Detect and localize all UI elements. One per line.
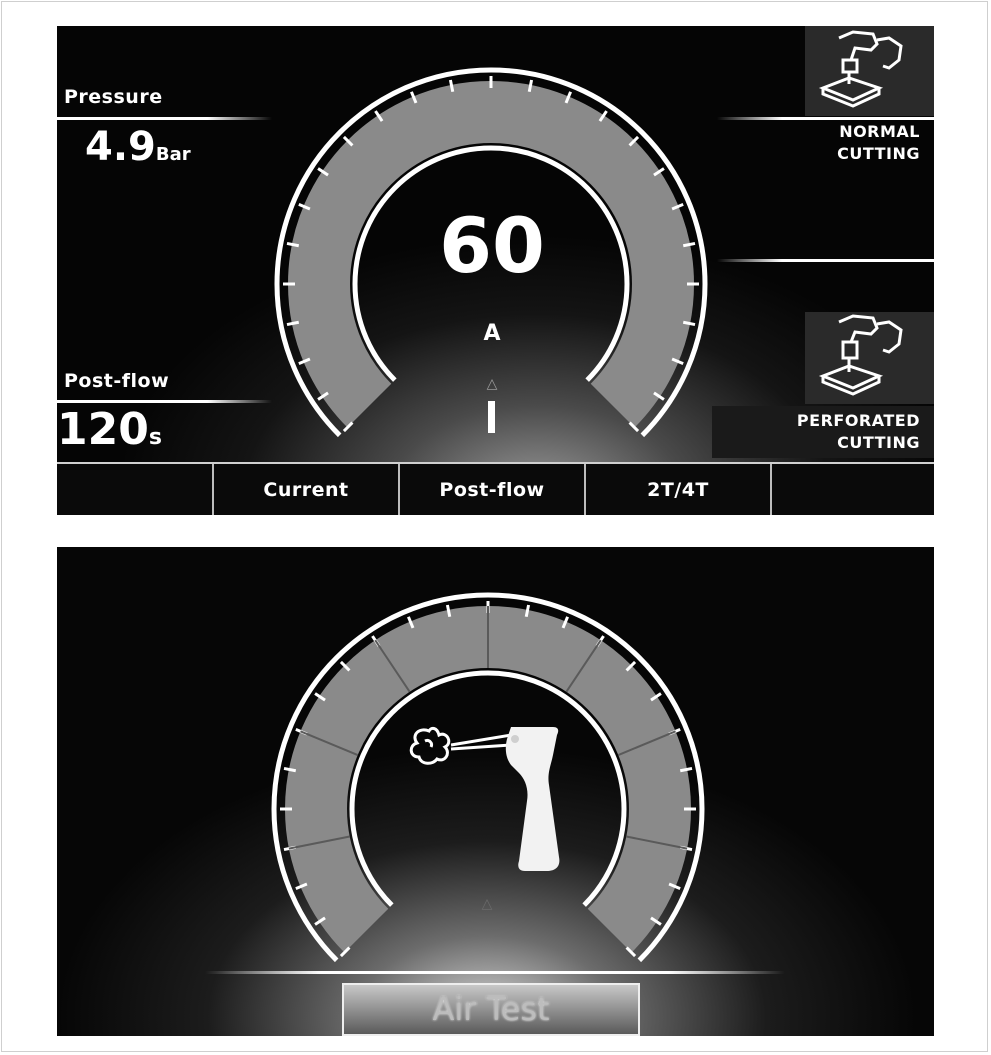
pressure-divider bbox=[57, 117, 272, 120]
gauge-pointer-triangle-icon: △ bbox=[486, 376, 498, 392]
perforated-cutting-label[interactable]: PERFORATED CUTTING bbox=[797, 410, 920, 454]
normal-cutting-label[interactable]: NORMAL CUTTING bbox=[837, 121, 920, 165]
pressure-value: 4.9 bbox=[85, 124, 156, 170]
bottom-tab-bar: Current Post-flow 2T/4T bbox=[57, 462, 934, 515]
postflow-unit: s bbox=[148, 425, 162, 450]
current-unit: A bbox=[483, 321, 501, 346]
gauge-pointer-bar bbox=[488, 401, 495, 433]
perforated-cutting-line2: CUTTING bbox=[837, 433, 920, 452]
gauge-pointer-triangle-icon: △ bbox=[481, 896, 493, 912]
pressure-label: Pressure bbox=[64, 86, 163, 108]
perforated-cutting-torch-icon bbox=[818, 314, 903, 396]
mode-separator bbox=[717, 259, 934, 262]
tab-empty-slot bbox=[770, 464, 934, 515]
current-value: 60 bbox=[439, 201, 545, 290]
postflow-value-group[interactable]: 120s bbox=[57, 406, 162, 462]
tab-current[interactable]: Current bbox=[212, 464, 398, 515]
tab-2t-4t[interactable]: 2T/4T bbox=[584, 464, 770, 515]
normal-cutting-icon-panel[interactable] bbox=[805, 26, 934, 116]
pressure-unit: Bar bbox=[155, 144, 191, 165]
postflow-label: Post-flow bbox=[64, 370, 170, 392]
tab-post-flow[interactable]: Post-flow bbox=[398, 464, 584, 515]
air-test-button[interactable]: Air Test bbox=[342, 983, 640, 1036]
cutting-parameters-screen: Pressure 4.9Bar Post-flow 120s 60 A △ NO… bbox=[57, 26, 934, 515]
air-test-torch-icon bbox=[409, 726, 560, 871]
air-test-screen: △ Air Test bbox=[57, 547, 934, 1036]
normal-cutting-line2: CUTTING bbox=[837, 144, 920, 163]
perforated-cutting-line1: PERFORATED bbox=[796, 411, 920, 430]
normal-cutting-line1: NORMAL bbox=[839, 122, 920, 141]
postflow-value: 120 bbox=[57, 404, 149, 455]
air-test-divider bbox=[205, 971, 785, 974]
normal-cutting-divider bbox=[717, 117, 934, 120]
perforated-cutting-icon-panel[interactable] bbox=[805, 312, 934, 404]
pressure-value-group[interactable]: 4.9Bar bbox=[85, 125, 191, 177]
normal-cutting-torch-icon bbox=[818, 30, 903, 108]
postflow-divider bbox=[57, 400, 272, 403]
